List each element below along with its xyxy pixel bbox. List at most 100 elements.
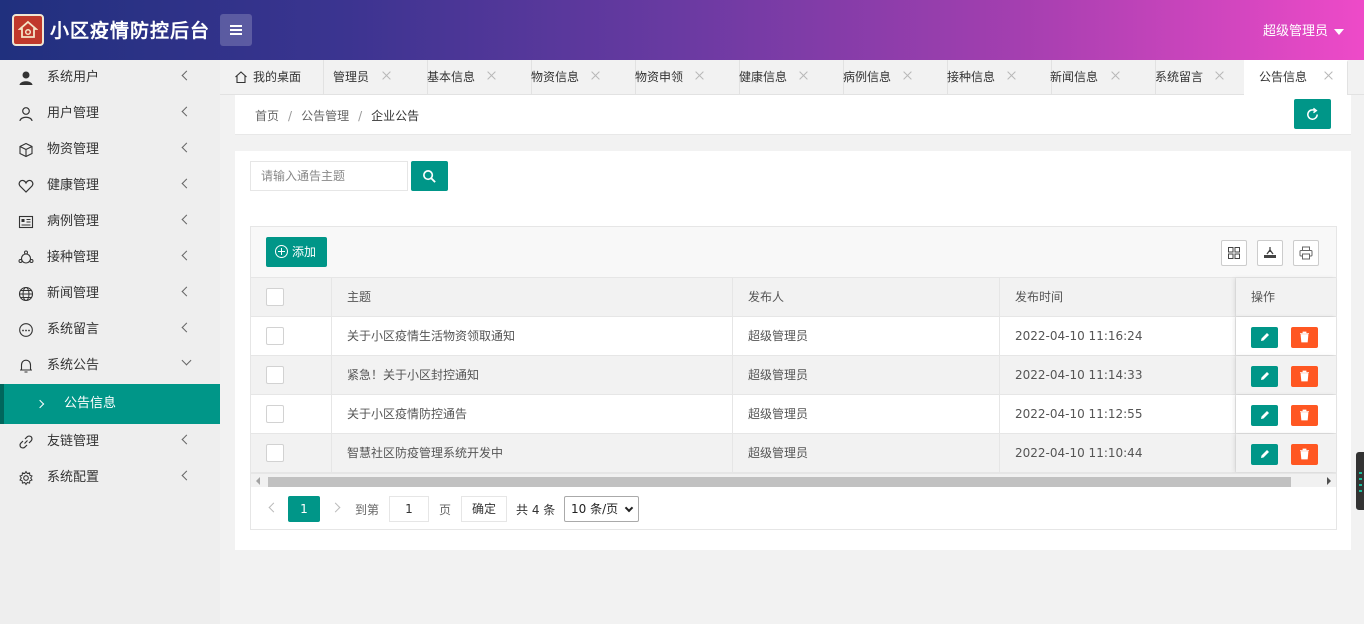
close-icon[interactable] — [799, 71, 808, 80]
tab-announcement-info[interactable]: 公告信息 — [1244, 60, 1348, 95]
next-page-icon[interactable] — [330, 502, 341, 513]
breadcrumb-bar: 首页 / 公告管理 / 企业公告 — [235, 95, 1351, 135]
row-title: 智慧社区防疫管理系统开发中 — [332, 434, 733, 472]
delete-button[interactable] — [1291, 405, 1318, 426]
tab-case-info[interactable]: 病例信息 — [843, 60, 948, 95]
close-icon[interactable] — [695, 71, 704, 80]
row-time: 2022-04-10 11:10:44 — [1000, 434, 1236, 472]
search-button[interactable] — [411, 161, 448, 191]
close-icon[interactable] — [382, 71, 391, 80]
refresh-button[interactable] — [1294, 99, 1331, 129]
tab-news-info[interactable]: 新闻信息 — [1050, 60, 1156, 95]
breadcrumb-home[interactable]: 首页 — [255, 109, 279, 123]
tab-label: 健康信息 — [739, 70, 788, 84]
scroll-left-arrow-icon[interactable] — [256, 477, 260, 485]
search-input[interactable] — [250, 161, 408, 191]
row-publisher: 超级管理员 — [733, 356, 1000, 394]
chevron-left-icon — [181, 106, 192, 117]
sidebar-item-user-management[interactable]: 用户管理 — [0, 96, 220, 132]
sidebar-item-label: 系统留言 — [47, 322, 100, 337]
breadcrumb-section[interactable]: 公告管理 — [301, 109, 349, 123]
print-icon — [1299, 246, 1313, 260]
data-table: 添加 主题 发布人 发布时间 操作 关于小区疫情生活物资领取通知 超级管理员 2… — [250, 226, 1337, 530]
edit-button[interactable] — [1251, 444, 1278, 465]
chevron-left-icon — [181, 142, 192, 153]
goto-page-input[interactable]: 1 — [389, 496, 429, 522]
row-checkbox[interactable] — [266, 444, 284, 462]
close-icon[interactable] — [1215, 71, 1224, 80]
edit-button[interactable] — [1251, 327, 1278, 348]
close-icon[interactable] — [1324, 71, 1333, 80]
sidebar-subitem-announcement-info[interactable]: 公告信息 — [0, 384, 220, 424]
sidebar-item-vaccination[interactable]: 接种管理 — [0, 240, 220, 276]
cube-icon — [19, 142, 33, 158]
trash-icon — [1300, 370, 1309, 382]
add-button[interactable]: 添加 — [266, 237, 327, 267]
tab-my-desktop[interactable]: 我的桌面 — [220, 60, 324, 95]
sidebar-item-config[interactable]: 系统配置 — [0, 460, 220, 496]
close-icon[interactable] — [487, 71, 496, 80]
tab-system-messages[interactable]: 系统留言 — [1155, 60, 1244, 95]
column-header-time[interactable]: 发布时间 — [1000, 278, 1236, 316]
table-row: 关于小区疫情防控通告 超级管理员 2022-04-10 11:12:55 — [251, 395, 1336, 434]
delete-button[interactable] — [1291, 366, 1318, 387]
chevron-left-icon — [181, 470, 192, 481]
tab-label: 基本信息 — [427, 70, 476, 84]
sidebar-item-links[interactable]: 友链管理 — [0, 424, 220, 460]
tab-admins[interactable]: 管理员 — [324, 60, 428, 95]
columns-filter-button[interactable] — [1221, 240, 1247, 266]
plus-circle-icon — [275, 245, 288, 258]
close-icon[interactable] — [1111, 71, 1120, 80]
sidebar-item-health[interactable]: 健康管理 — [0, 168, 220, 204]
row-actions — [1236, 356, 1336, 394]
row-time: 2022-04-10 11:16:24 — [1000, 317, 1236, 355]
row-checkbox[interactable] — [266, 405, 284, 423]
chevron-left-icon — [181, 434, 192, 445]
edit-button[interactable] — [1251, 405, 1278, 426]
id-card-icon — [18, 215, 34, 229]
close-icon[interactable] — [903, 71, 912, 80]
close-icon[interactable] — [1007, 71, 1016, 80]
edit-button[interactable] — [1251, 366, 1278, 387]
menu-toggle-button[interactable] — [220, 14, 252, 46]
user-menu[interactable]: 超级管理员 — [1263, 20, 1344, 39]
sidebar-item-cases[interactable]: 病例管理 — [0, 204, 220, 240]
row-checkbox[interactable] — [266, 366, 284, 384]
sidebar-item-supplies[interactable]: 物资管理 — [0, 132, 220, 168]
column-header-title[interactable]: 主题 — [332, 278, 733, 316]
content-panel: 添加 主题 发布人 发布时间 操作 关于小区疫情生活物资领取通知 超级管理员 2… — [235, 151, 1351, 550]
pencil-icon — [1261, 411, 1269, 419]
close-icon[interactable] — [591, 71, 600, 80]
tab-basic-info[interactable]: 基本信息 — [427, 60, 532, 95]
delete-button[interactable] — [1291, 327, 1318, 348]
tab-health-info[interactable]: 健康信息 — [739, 60, 844, 95]
side-drawer-handle[interactable] — [1356, 452, 1364, 510]
goto-confirm-button[interactable]: 确定 — [461, 496, 507, 522]
tab-supplies-claim[interactable]: 物资申领 — [635, 60, 740, 95]
sidebar-item-announcements[interactable]: 系统公告 — [0, 348, 220, 384]
export-button[interactable] — [1257, 240, 1283, 266]
row-select-cell — [251, 434, 332, 472]
print-button[interactable] — [1293, 240, 1319, 266]
current-page[interactable]: 1 — [288, 496, 320, 522]
select-all-checkbox[interactable] — [266, 288, 284, 306]
table-row: 关于小区疫情生活物资领取通知 超级管理员 2022-04-10 11:16:24 — [251, 317, 1336, 356]
prev-page-icon[interactable] — [268, 502, 279, 513]
caret-down-icon — [1334, 28, 1344, 35]
page-size-select[interactable]: 10 条/页 — [564, 496, 639, 522]
tab-label: 公告信息 — [1259, 70, 1308, 84]
column-header-publisher[interactable]: 发布人 — [733, 278, 1000, 316]
sidebar-item-messages[interactable]: 系统留言 — [0, 312, 220, 348]
scroll-right-arrow-icon[interactable] — [1327, 477, 1331, 485]
tab-vaccination-info[interactable]: 接种信息 — [947, 60, 1052, 95]
sidebar-item-news[interactable]: 新闻管理 — [0, 276, 220, 312]
row-checkbox[interactable] — [266, 327, 284, 345]
scrollbar-thumb[interactable] — [268, 477, 1291, 487]
tab-supplies-info[interactable]: 物资信息 — [531, 60, 636, 95]
sidebar-item-system-users[interactable]: 系统用户 — [0, 60, 220, 96]
row-time: 2022-04-10 11:14:33 — [1000, 356, 1236, 394]
pagination: 1 到第 1 页 确定 共 4 条 10 条/页 — [251, 488, 1336, 529]
horizontal-scrollbar[interactable] — [251, 473, 1336, 487]
delete-button[interactable] — [1291, 444, 1318, 465]
sidebar-item-label: 健康管理 — [47, 178, 100, 193]
